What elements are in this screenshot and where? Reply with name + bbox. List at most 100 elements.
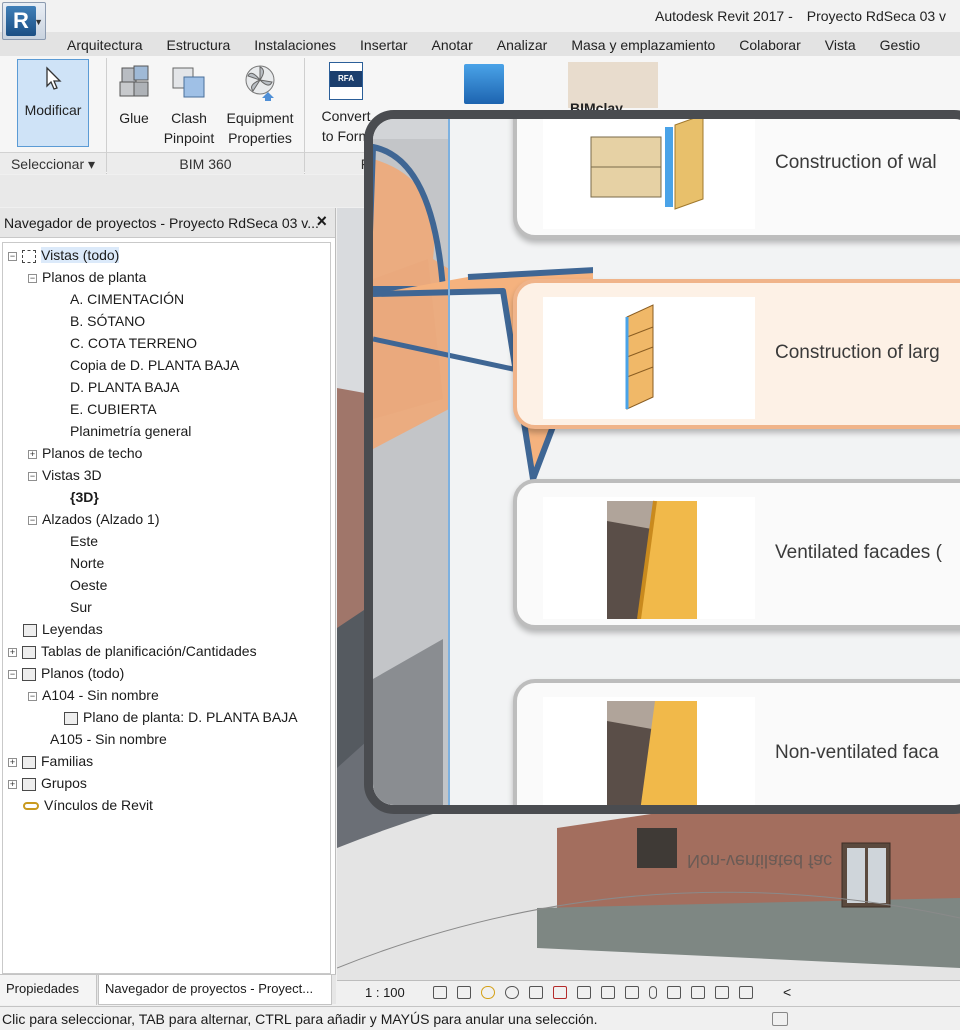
- tree-node-leyendas[interactable]: Leyendas: [23, 618, 103, 640]
- tree-node-a105[interactable]: A105 - Sin nombre: [50, 728, 167, 750]
- collapse-icon[interactable]: −: [8, 251, 17, 261]
- tab-properties[interactable]: Propiedades: [0, 975, 97, 1005]
- close-icon[interactable]: ×: [316, 211, 327, 232]
- formit-icon[interactable]: [464, 64, 504, 104]
- tree-label: Familias: [41, 753, 94, 769]
- tree-label: Tablas de planificación/Cantidades: [41, 643, 257, 659]
- shadows-icon[interactable]: [505, 986, 519, 999]
- analytical-model-icon[interactable]: [715, 986, 729, 999]
- tab-vista[interactable]: Vista: [813, 32, 868, 56]
- clash-pinpoint-button[interactable]: Clash Pinpoint: [160, 60, 218, 146]
- tree-label: Vistas 3D: [42, 467, 102, 483]
- card-ventilated-facades[interactable]: Ventilated facades (: [513, 479, 960, 629]
- tree-node-cota-terreno[interactable]: C. COTA TERRENO: [70, 332, 197, 354]
- tree-node-vistas[interactable]: − Vistas (todo): [8, 244, 120, 266]
- reveal-hidden-icon[interactable]: [649, 986, 657, 999]
- tree-node-planos-planta[interactable]: − Planos de planta: [28, 266, 146, 288]
- card-non-ventilated-facades[interactable]: Non-ventilated faca: [513, 679, 960, 805]
- tree-node-sur[interactable]: Sur: [70, 596, 92, 618]
- tab-instalaciones[interactable]: Instalaciones: [242, 32, 348, 56]
- tab-estructura[interactable]: Estructura: [154, 32, 242, 56]
- collapse-icon[interactable]: −: [28, 273, 37, 283]
- worksharing-icon[interactable]: [691, 986, 705, 999]
- tree-node-oeste[interactable]: Oeste: [70, 574, 107, 596]
- collapse-bar-icon[interactable]: <: [783, 984, 791, 1000]
- application-menu-button[interactable]: R ▼: [2, 2, 46, 40]
- equipment-label-1: Equipment: [226, 110, 294, 126]
- visual-style-icon[interactable]: [457, 986, 471, 999]
- wall-section-image: [543, 119, 755, 229]
- tab-analizar[interactable]: Analizar: [485, 32, 560, 56]
- view-control-bar: 1 : 100 <: [337, 980, 960, 1004]
- glue-cubes-icon: [119, 65, 149, 97]
- expand-icon[interactable]: +: [8, 647, 17, 657]
- modify-button[interactable]: Modificar: [17, 59, 89, 147]
- worksets-icon[interactable]: [772, 1012, 788, 1026]
- tree-node-cimentacion[interactable]: A. CIMENTACIÓN: [70, 288, 184, 310]
- tree-node-planos-techo[interactable]: + Planos de techo: [28, 442, 142, 464]
- tab-masa-emplazamiento[interactable]: Masa y emplazamiento: [559, 32, 727, 56]
- equipment-properties-button[interactable]: Equipment Properties: [222, 60, 298, 146]
- expand-icon[interactable]: +: [28, 449, 37, 459]
- highlight-displacement-icon[interactable]: [739, 986, 753, 999]
- tree-node-este[interactable]: Este: [70, 530, 98, 552]
- tree-node-norte[interactable]: Norte: [70, 552, 104, 574]
- detail-level-icon[interactable]: [433, 986, 447, 999]
- schedule-icon: [22, 645, 36, 659]
- tab-anotar[interactable]: Anotar: [419, 32, 484, 56]
- tab-colaborar[interactable]: Colaborar: [727, 32, 812, 56]
- crop-view-icon[interactable]: [553, 986, 567, 999]
- tree-node-planta-baja[interactable]: D. PLANTA BAJA: [70, 376, 179, 398]
- expand-icon[interactable]: +: [8, 757, 17, 767]
- chevron-down-icon: ▾: [88, 156, 96, 172]
- card-construction-walls[interactable]: Construction of wal: [513, 119, 960, 239]
- tree-node-vinculos[interactable]: Vínculos de Revit: [23, 794, 153, 816]
- tab-project-navigator[interactable]: Navegador de proyectos - Proyect...: [98, 975, 332, 1005]
- tab-gestionar[interactable]: Gestio: [868, 32, 932, 56]
- rfa-file-icon: RFA: [329, 62, 363, 100]
- sun-path-icon[interactable]: [481, 986, 495, 999]
- tree-node-grupos[interactable]: + Grupos: [8, 772, 87, 794]
- window-title: Autodesk Revit 2017 - Proyecto RdSeca 03 …: [655, 8, 946, 24]
- render-icon[interactable]: [529, 986, 543, 999]
- lock-view-icon[interactable]: [601, 986, 615, 999]
- viewport-icon: [64, 711, 78, 725]
- tree-node-alzados[interactable]: − Alzados (Alzado 1): [28, 508, 160, 530]
- mirrored-reflection-text: Non-ventilated fac: [687, 851, 833, 871]
- project-tree: − Vistas (todo) − Planos de planta A. CIME…: [2, 242, 331, 974]
- tab-arquitectura[interactable]: Arquitectura: [55, 32, 154, 56]
- tree-node-familias[interactable]: + Familias: [8, 750, 93, 772]
- bimclay-logo[interactable]: BIMclay: [568, 62, 658, 116]
- panel-title-bim360: BIM 360: [107, 152, 304, 174]
- tree-node-planimetria[interactable]: Planimetría general: [70, 420, 191, 442]
- collapse-icon[interactable]: −: [28, 691, 37, 701]
- convert-label-1: Convert: [321, 108, 371, 124]
- clash-label-1: Clash: [171, 110, 207, 126]
- tree-node-cubierta[interactable]: E. CUBIERTA: [70, 398, 157, 420]
- tree-node-sotano[interactable]: B. SÓTANO: [70, 310, 145, 332]
- project-browser: Navegador de proyectos - Proyecto RdSeca…: [0, 208, 336, 974]
- card-title: Ventilated facades (: [775, 542, 942, 563]
- collapse-icon[interactable]: −: [28, 471, 37, 481]
- tree-node-plano-planta[interactable]: Plano de planta: D. PLANTA BAJA: [64, 706, 298, 728]
- tree-node-a104[interactable]: − A104 - Sin nombre: [28, 684, 159, 706]
- collapse-icon[interactable]: −: [28, 515, 37, 525]
- tree-node-tablas[interactable]: + Tablas de planificación/Cantidades: [8, 640, 257, 662]
- card-construction-large[interactable]: Construction of larg: [513, 279, 960, 429]
- panel-title-select[interactable]: Seleccionar ▾: [0, 152, 106, 174]
- show-crop-icon[interactable]: [577, 986, 591, 999]
- view-scale[interactable]: 1 : 100: [365, 985, 405, 1000]
- tree-node-3d[interactable]: {3D}: [70, 486, 99, 508]
- tree-node-planos[interactable]: − Planos (todo): [8, 662, 124, 684]
- tab-insertar[interactable]: Insertar: [348, 32, 419, 56]
- hide-isolate-icon[interactable]: [625, 986, 639, 999]
- expand-icon[interactable]: +: [8, 779, 17, 789]
- tree-label: Leyendas: [42, 621, 103, 637]
- tree-node-vistas-3d[interactable]: − Vistas 3D: [28, 464, 102, 486]
- fan-icon: [245, 65, 275, 101]
- glue-button[interactable]: Glue: [108, 60, 160, 146]
- glue-label: Glue: [119, 110, 149, 126]
- temporary-properties-icon[interactable]: [667, 986, 681, 999]
- tree-node-copia-planta-baja[interactable]: Copia de D. PLANTA BAJA: [70, 354, 239, 376]
- collapse-icon[interactable]: −: [8, 669, 17, 679]
